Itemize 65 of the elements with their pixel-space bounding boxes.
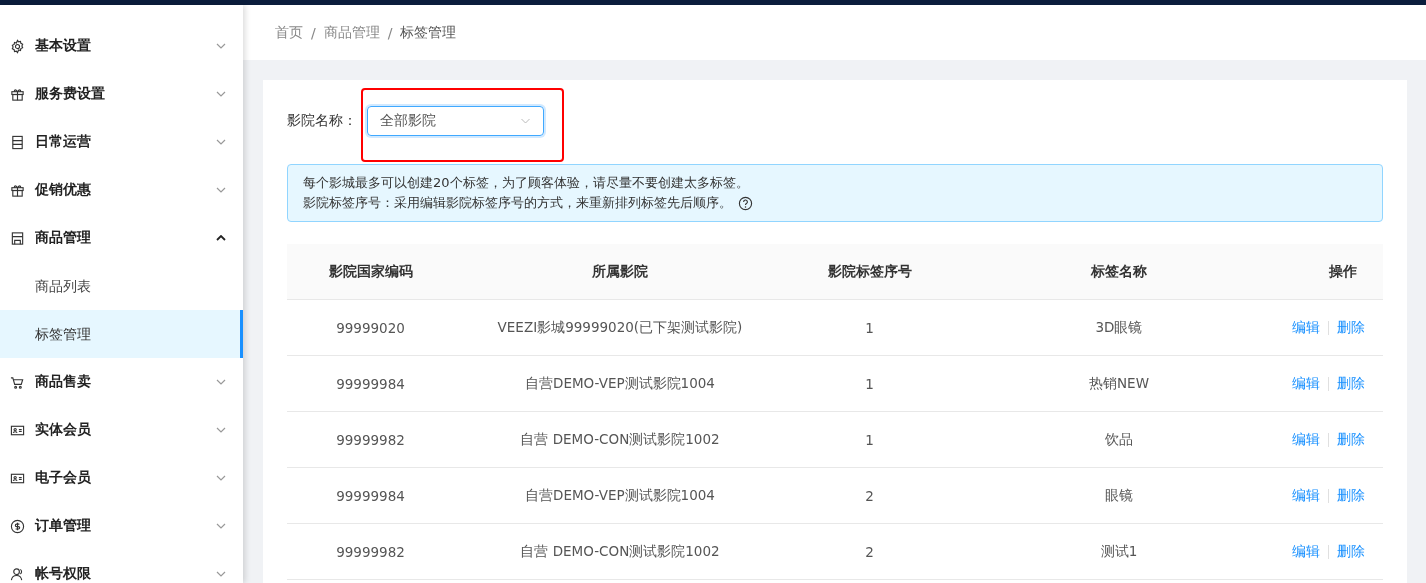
chevron-down-icon [216,427,226,433]
menu-item[interactable]: 服务费设置 [0,70,243,118]
column-header: 所属影院 [592,262,648,279]
alert-text: 每个影城最多可以创建20个标签，为了顾客体验，请尽量不要创建太多标签。 [303,174,749,192]
menu-item[interactable]: 促销优惠 [0,166,243,214]
chevron-up-icon [216,235,226,241]
table-cell: 99999020 [336,319,405,336]
table-cell: 自营 DEMO-CON测试影院1002 [520,430,720,447]
chevron-down-icon [216,187,226,193]
table-cell: 眼镜 [1105,486,1133,503]
table-cell: 测试1 [1100,542,1138,559]
menu-item[interactable]: 实体会员 [0,406,243,454]
column-header: 标签名称 [1091,262,1147,279]
table-cell: VEEZI影城99999020(已下架测试影院) [497,318,743,335]
table-cell: 热销NEW [1089,374,1149,391]
table-cell: 99999984 [336,487,405,504]
table-cell: 3D眼镜 [1095,318,1143,335]
submenu-item[interactable]: 商品列表 [0,262,243,310]
chevron-down-icon [520,118,531,124]
table-cell: 1 [865,375,874,392]
user-icon [10,566,25,582]
help-icon[interactable] [738,195,753,211]
menu-item[interactable]: 商品管理 [0,214,243,262]
table-cell: 99999982 [336,543,405,560]
gift-icon [10,182,25,198]
chevron-down-icon [216,43,226,49]
cart-icon [10,374,25,390]
table-cell: 自营DEMO-VEP测试影院1004 [525,374,715,391]
column-header: 影院标签序号 [827,262,912,279]
store-icon [10,230,25,246]
chevron-down-icon [216,571,226,577]
column-header: 操作 [1329,262,1357,279]
dollar-icon [10,518,25,534]
menu-item[interactable]: 日常运营 [0,118,243,166]
column-header: 影院国家编码 [328,262,413,279]
table-cell: 1 [865,431,874,448]
table-cell: 99999982 [336,431,405,448]
chevron-down-icon [216,523,226,529]
list-icon [10,134,25,150]
table-cell: 99999984 [336,375,405,392]
gear-icon [10,38,25,54]
table-cell: 1 [865,319,874,336]
filter-label: 影院名称： [287,112,357,130]
table-cell: 2 [865,487,874,504]
menu-item[interactable]: 基本设置 [0,22,243,70]
menu-item[interactable]: 商品售卖 [0,358,243,406]
table-cell: 自营DEMO-VEP测试影院1004 [525,486,715,503]
chevron-down-icon [216,91,226,97]
menu-item[interactable]: 帐号权限 [0,550,243,583]
breadcrumb-link[interactable]: 首页 [275,23,303,42]
chevron-down-icon [216,139,226,145]
table-cell: 2 [865,543,874,560]
alert-text: 影院标签序号：采用编辑影院标签序号的方式，来重新排列标签先后顺序。 [303,194,732,212]
breadcrumb-link[interactable]: 商品管理 [323,23,380,42]
menu-item[interactable]: 电子会员 [0,454,243,502]
menu-item[interactable]: 订单管理 [0,502,243,550]
table-cell: 饮品 [1105,430,1133,447]
gift-icon [10,86,25,102]
cinema-select[interactable]: 全部影院 [367,106,544,136]
breadcrumb-separator: / [311,24,316,41]
submenu-item[interactable]: 标签管理 [0,310,243,358]
breadcrumb-separator: / [387,24,393,41]
table-cell: 自营 DEMO-CON测试影院1002 [520,542,720,559]
chevron-down-icon [216,475,226,481]
chevron-down-icon [216,379,226,385]
